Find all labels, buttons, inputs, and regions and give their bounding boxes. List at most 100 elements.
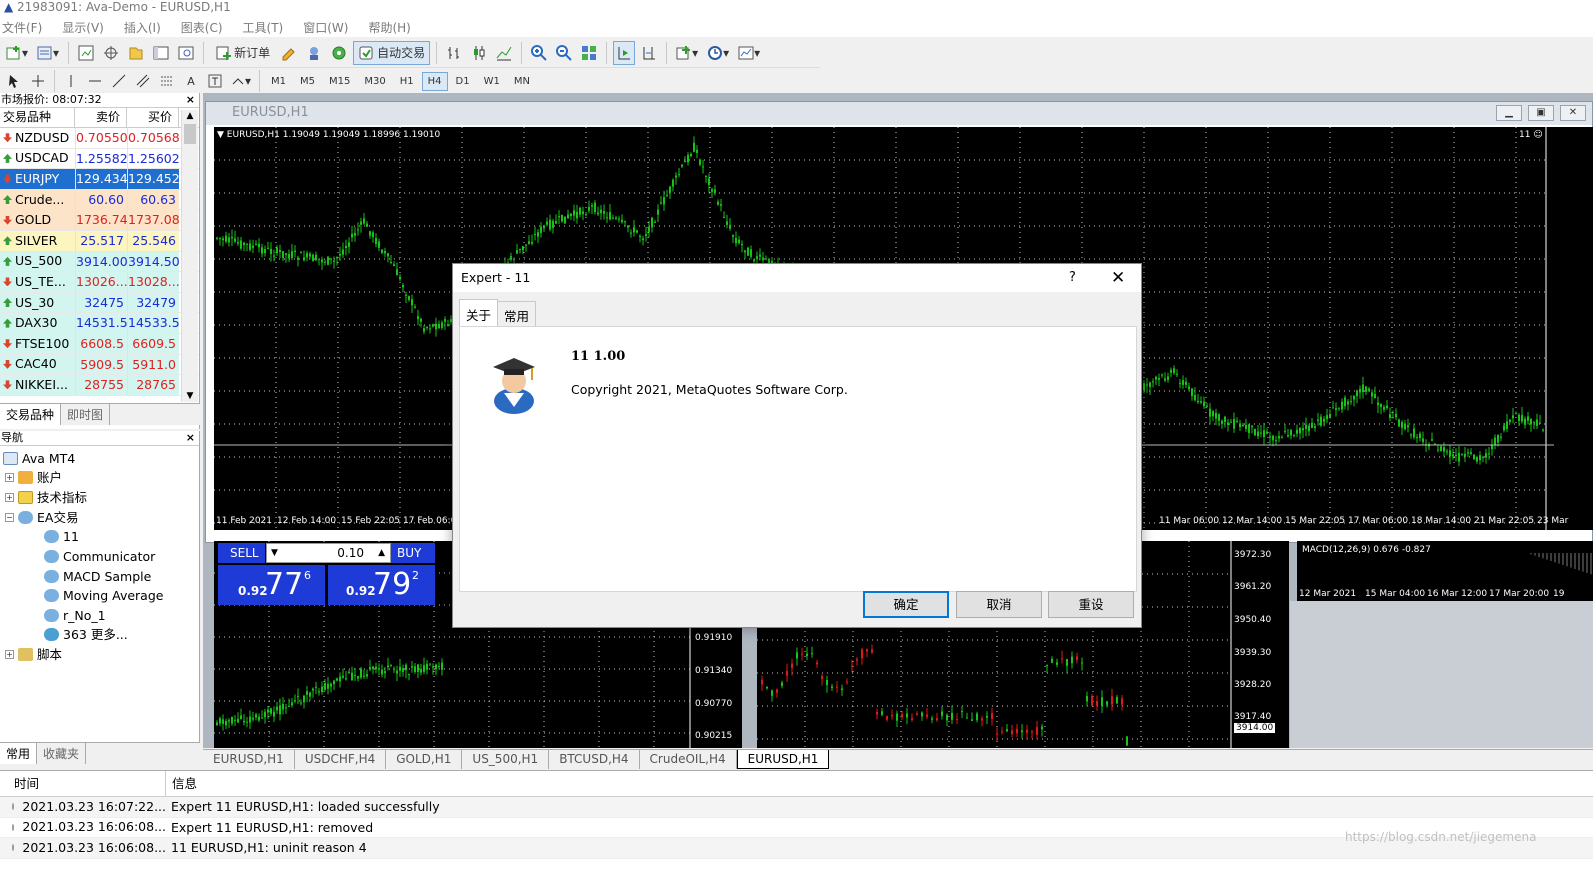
vertical-line-icon[interactable] — [60, 69, 82, 93]
minimize-button[interactable]: ▁ — [1496, 105, 1522, 121]
trendline-icon[interactable] — [108, 69, 130, 93]
sell-button[interactable]: SELL — [218, 543, 265, 563]
sell-price-button[interactable]: 0.92 77 6 — [218, 565, 325, 605]
nav-root[interactable]: Ava MT4 — [3, 449, 75, 468]
column-time[interactable]: 时间 — [0, 771, 166, 796]
periods-icon[interactable]: ▾ — [704, 41, 732, 65]
chart-tab-gold-h1[interactable]: GOLD,H1 — [386, 750, 463, 769]
market-watch-row[interactable]: NIKKEI... 28755 28765 — [0, 375, 199, 396]
nav-ea-macd-sample[interactable]: MACD Sample — [44, 567, 151, 586]
market-watch-icon[interactable] — [75, 41, 97, 65]
menu-view[interactable]: 显示(V) — [62, 19, 104, 36]
timeframe-m30[interactable]: M30 — [358, 72, 391, 91]
cancel-button[interactable]: 取消 — [956, 591, 1042, 618]
market-watch-row[interactable]: US_500 3914.00 3914.50 — [0, 251, 199, 273]
help-button[interactable]: ? — [1069, 264, 1076, 292]
profiles-icon[interactable]: ▾ — [34, 41, 62, 65]
column-symbol[interactable]: 交易品种 — [0, 108, 75, 127]
fibonacci-icon[interactable] — [156, 69, 178, 93]
lot-size-input[interactable]: ▼ 0.10 ▲ — [266, 543, 391, 563]
cursor-icon[interactable] — [3, 69, 25, 93]
navigator-icon[interactable] — [125, 41, 147, 65]
market-watch-row[interactable]: USDCAD 1.25582 1.25602 — [0, 148, 199, 170]
nav-accounts[interactable]: + 账户 — [5, 468, 62, 487]
column-ask[interactable]: 买价 — [127, 108, 179, 127]
nav-indicators[interactable]: + 技术指标 — [5, 488, 87, 507]
chart-tab-usdchf-h4[interactable]: USDCHF,H4 — [295, 750, 387, 769]
terminal-icon[interactable] — [150, 41, 172, 65]
market-icon[interactable] — [328, 41, 350, 65]
indicators-icon[interactable]: ▾ — [673, 41, 701, 65]
channel-icon[interactable] — [132, 69, 154, 93]
market-watch-row[interactable]: DAX30 14531.5 14533.5 — [0, 313, 199, 334]
chart-tab-us500-h1[interactable]: US_500,H1 — [462, 750, 550, 769]
crosshair-icon[interactable] — [27, 69, 49, 93]
timeframe-mn[interactable]: MN — [508, 72, 536, 91]
nav-ea-r-no-1[interactable]: r_No_1 — [44, 606, 106, 625]
nav-expert-advisors[interactable]: − EA交易 — [5, 508, 78, 527]
tile-windows-icon[interactable] — [578, 41, 600, 65]
ok-button[interactable]: 确定 — [863, 591, 949, 618]
data-window-icon[interactable] — [100, 41, 122, 65]
nav-ea-communicator[interactable]: Communicator — [44, 547, 155, 566]
scroll-down-icon[interactable]: ▼ — [182, 390, 198, 402]
log-row[interactable]: 2021.03.23 16:07:22... Expert 11 EURUSD,H… — [0, 797, 1593, 818]
tab-common-settings[interactable]: 常用 — [497, 301, 537, 329]
market-watch-row[interactable]: US_30 32475 32479 — [0, 292, 199, 314]
menu-window[interactable]: 窗口(W) — [303, 19, 348, 36]
zoom-in-icon[interactable] — [528, 41, 550, 65]
scrollbar-thumb[interactable] — [184, 124, 196, 144]
bar-chart-icon[interactable] — [443, 41, 465, 65]
market-watch-scrollbar[interactable]: ▲ ▼ — [181, 110, 198, 402]
expand-icon[interactable]: + — [5, 473, 14, 482]
timeframe-d1[interactable]: D1 — [450, 72, 476, 91]
macd-chart[interactable]: MACD(12,26,9) 0.676 -0.827 12 Mar 2021 15… — [1297, 541, 1593, 601]
market-watch-row[interactable]: US_TE... 13026... 13028... — [0, 272, 199, 293]
lot-up-icon[interactable]: ▲ — [378, 544, 385, 562]
expand-icon[interactable]: + — [5, 493, 14, 502]
tab-symbols[interactable]: 交易品种 — [0, 404, 62, 425]
menu-charts[interactable]: 图表(C) — [181, 19, 223, 36]
text-label-icon[interactable] — [204, 69, 226, 93]
expand-icon[interactable]: + — [5, 650, 14, 659]
menu-file[interactable]: 文件(F) — [2, 19, 42, 36]
market-watch-row[interactable]: Crude... 60.60 60.63 — [0, 189, 199, 211]
reset-button[interactable]: 重设 — [1048, 591, 1134, 618]
zoom-out-icon[interactable] — [553, 41, 575, 65]
collapse-icon[interactable]: − — [5, 513, 14, 522]
market-watch-row[interactable]: GOLD 1736.74 1737.08 — [0, 210, 199, 231]
restore-button[interactable]: ▣ — [1528, 105, 1554, 121]
buy-price-button[interactable]: 0.92 79 2 — [328, 565, 435, 605]
signals-icon[interactable] — [303, 41, 325, 65]
new-order-button[interactable]: 新订单 — [210, 41, 275, 65]
strategy-tester-icon[interactable] — [175, 41, 197, 65]
chart-tab-btcusd-h4[interactable]: BTCUSD,H4 — [549, 750, 640, 769]
horizontal-line-icon[interactable] — [84, 69, 106, 93]
nav-ea-11[interactable]: 11 — [44, 527, 79, 546]
market-watch-row[interactable]: EURJPY 129.434 129.452 — [0, 169, 199, 190]
lot-down-icon[interactable]: ▼ — [271, 544, 278, 562]
buy-button[interactable]: BUY — [391, 543, 435, 563]
auto-trading-button[interactable]: 自动交易 — [353, 40, 431, 65]
close-button[interactable]: ✕ — [1560, 105, 1586, 121]
chart-tab-crudeoil-h4[interactable]: CrudeOIL,H4 — [640, 750, 737, 769]
templates-icon[interactable]: ▾ — [735, 41, 763, 65]
menu-help[interactable]: 帮助(H) — [368, 19, 410, 36]
column-message[interactable]: 信息 — [166, 771, 197, 796]
new-chart-icon[interactable]: ▾ — [3, 41, 31, 65]
tab-common[interactable]: 常用 — [0, 743, 38, 764]
navigator-close-button[interactable]: × — [186, 431, 199, 445]
chart-tab-eurusd-h1-active[interactable]: EURUSD,H1 — [736, 750, 830, 769]
nav-ea-more[interactable]: 363 更多... — [44, 625, 128, 644]
timeframe-w1[interactable]: W1 — [478, 72, 506, 91]
nav-scripts[interactable]: + 脚本 — [5, 645, 62, 664]
auto-scroll-icon[interactable] — [613, 40, 636, 65]
arrows-icon[interactable]: ▾ — [228, 69, 254, 93]
market-watch-row[interactable]: NZDUSD 0.70550 0.70568 — [0, 128, 199, 149]
dialog-close-button[interactable]: ✕ — [1111, 264, 1125, 292]
chart-shift-icon[interactable] — [638, 41, 660, 65]
tab-about[interactable]: 关于 — [459, 299, 499, 329]
text-icon[interactable]: A — [180, 69, 202, 93]
timeframe-m1[interactable]: M1 — [265, 72, 292, 91]
timeframe-m5[interactable]: M5 — [294, 72, 321, 91]
